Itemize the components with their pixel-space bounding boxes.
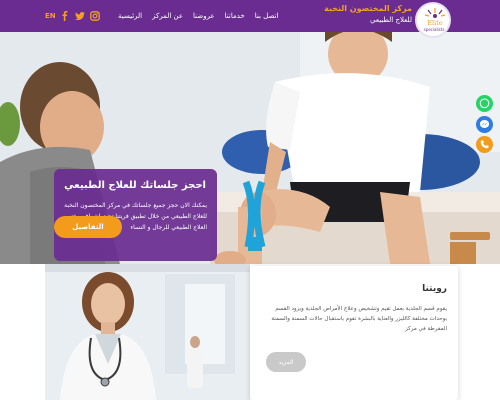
facebook-icon[interactable] — [60, 11, 70, 21]
vision-card: رويتنا يقوم قسم الجلدية بعمل تقيم وتشخيص… — [250, 266, 458, 400]
nav-about[interactable]: عن المركز — [152, 10, 183, 22]
details-button[interactable]: التفاصيل — [54, 216, 122, 238]
nav-home[interactable]: الرئيسية — [118, 10, 142, 22]
main-nav: الرئيسية عن المركز عروضنا خدماتنا اتصل ب… — [118, 10, 278, 22]
more-button[interactable]: المزيد — [266, 352, 306, 372]
logo-text: Elite — [427, 19, 443, 27]
vision-text: يقوم قسم الجلدية بعمل تقيم وتشخيص وعلاج … — [271, 306, 447, 332]
vision-title: رويتنا — [422, 284, 447, 294]
whatsapp-icon — [476, 95, 493, 112]
about-section: رويتنا يقوم قسم الجلدية بعمل تقيم وتشخيص… — [0, 264, 500, 400]
nav-services[interactable]: خدماتنا — [225, 10, 245, 22]
messenger-icon — [476, 116, 493, 133]
instagram-icon[interactable] — [90, 11, 100, 21]
promo-title: احجز جلساتك للعلاج الطبيعي — [64, 180, 206, 191]
brand-title: مركز المختصون النخبة — [324, 4, 412, 13]
doctor-photo — [45, 264, 250, 400]
phone-icon — [476, 136, 493, 153]
nav-contact[interactable]: اتصل بنا — [255, 10, 279, 22]
whatsapp-button[interactable] — [476, 95, 493, 112]
twitter-icon[interactable] — [75, 11, 85, 21]
messenger-button[interactable] — [476, 116, 493, 133]
logo-figure-icon — [424, 8, 446, 18]
language-switch[interactable]: EN — [45, 12, 56, 20]
logo-subtext: specialists — [423, 27, 445, 32]
nav-offers[interactable]: عروضنا — [193, 10, 215, 22]
promo-card: احجز جلساتك للعلاج الطبيعي يمكنك الان حج… — [54, 169, 217, 261]
site-logo[interactable]: Elite specialists — [415, 2, 451, 38]
brand-subtitle: للعلاج الطبيعي — [369, 16, 412, 24]
phone-button[interactable] — [476, 136, 493, 153]
